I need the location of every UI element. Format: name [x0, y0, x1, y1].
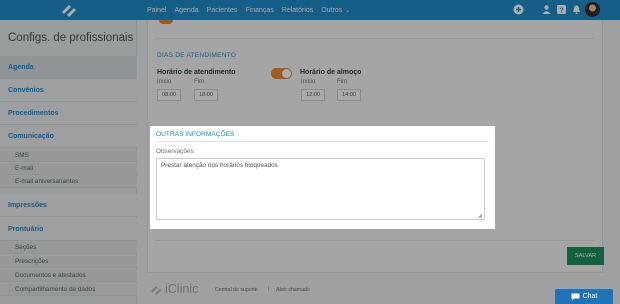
work-start-label: Início [157, 79, 172, 85]
sidebar-subitem-prescricoes[interactable]: Prescrições [0, 256, 137, 268]
top-navigation-bar: Painel Agenda Pacientes Finanças Relatór… [0, 0, 620, 20]
lunch-toggle[interactable] [271, 68, 292, 79]
nav-outros[interactable]: Outros ⌄ [321, 7, 350, 14]
user-avatar[interactable] [585, 2, 600, 17]
work-end-input[interactable]: 18:00 [194, 89, 218, 101]
nav-relatorios[interactable]: Relatórios [282, 7, 314, 14]
toggle-knob [282, 69, 291, 78]
sidebar-subitem-compartilhamento[interactable]: Compartilhamento de dados [0, 284, 137, 296]
nav-pacientes[interactable]: Pacientes [207, 7, 238, 14]
divider [156, 141, 489, 142]
work-start-input[interactable]: 08:00 [157, 89, 181, 101]
sidebar-subitem-email-aniversariantes[interactable]: E-mail aniversariantes [0, 176, 137, 188]
app-logo-icon[interactable] [60, 3, 78, 17]
main-nav: Painel Agenda Pacientes Finanças Relatór… [147, 0, 358, 20]
sidebar-subitem-secoes[interactable]: Seções [0, 242, 137, 254]
schedule-section-title: DIAS DE ATENDIMENTO [157, 52, 237, 59]
footer-brand: iClinic [165, 282, 199, 296]
divider [155, 38, 595, 39]
support-link[interactable]: Central de suporte [215, 287, 258, 293]
partial-toggle-top [159, 20, 173, 24]
sidebar-subitem-sms[interactable]: SMS [0, 150, 137, 162]
lunch-hours-label: Horário de almoço [300, 69, 362, 76]
divider [155, 240, 595, 241]
sidebar-item-agenda[interactable]: Agenda [0, 56, 137, 79]
observations-textarea[interactable]: Prestar atenção nos horários bloqueados [156, 158, 485, 220]
lunch-start-input[interactable]: 12:00 [301, 89, 325, 101]
sidebar-item-comunicacao[interactable]: Comunicação [0, 125, 137, 148]
iclinic-logo-icon [151, 286, 162, 295]
work-hours-label: Horário de atendimento [157, 69, 236, 76]
sidebar-item-prontuario[interactable]: Prontuário [0, 218, 137, 241]
sidebar-item-convenios[interactable]: Convênios [0, 79, 137, 102]
footer-separator: | [268, 286, 270, 292]
nav-agenda[interactable]: Agenda [174, 7, 198, 14]
work-end-label: Fim [194, 79, 204, 85]
chevron-down-icon: ⌄ [345, 7, 351, 14]
nav-financas[interactable]: Finanças [245, 7, 273, 14]
chat-button[interactable]: Chat [555, 289, 613, 304]
save-button[interactable]: SALVAR [567, 247, 604, 265]
svg-text:?: ? [559, 8, 563, 15]
help-icon[interactable]: ? [556, 4, 567, 15]
nav-painel[interactable]: Painel [147, 7, 166, 14]
settings-sidebar: Configs. de profissionais Agenda Convêni… [0, 20, 137, 304]
lunch-end-input[interactable]: 14:00 [337, 89, 361, 101]
nav-outros-label: Outros [321, 6, 343, 14]
observations-label: Observações [156, 148, 194, 155]
lunch-end-label: Fim [337, 79, 347, 85]
open-ticket-link[interactable]: Abrir chamado [276, 287, 310, 293]
sidebar-subitem-documentos-atestados[interactable]: Documentos e atestados [0, 270, 137, 282]
chat-bubble-icon [571, 293, 580, 300]
plus-icon[interactable] [513, 4, 524, 15]
sidebar-subitem-email[interactable]: E-mail [0, 163, 137, 175]
lunch-start-label: Início [301, 79, 316, 85]
chat-label: Chat [582, 293, 598, 300]
other-info-section: OUTRAS INFORMAÇÕES Observações Prestar a… [150, 126, 495, 229]
sidebar-title: Configs. de profissionais [8, 32, 134, 44]
sidebar-item-procedimentos[interactable]: Procedimentos [0, 102, 137, 125]
notification-bell-icon[interactable] [571, 4, 582, 15]
user-icon[interactable] [541, 4, 552, 15]
other-info-title: OUTRAS INFORMAÇÕES [156, 131, 235, 138]
resize-handle-icon[interactable]: ◢ [478, 213, 482, 219]
sidebar-item-impressoes[interactable]: Impressões [0, 194, 137, 217]
